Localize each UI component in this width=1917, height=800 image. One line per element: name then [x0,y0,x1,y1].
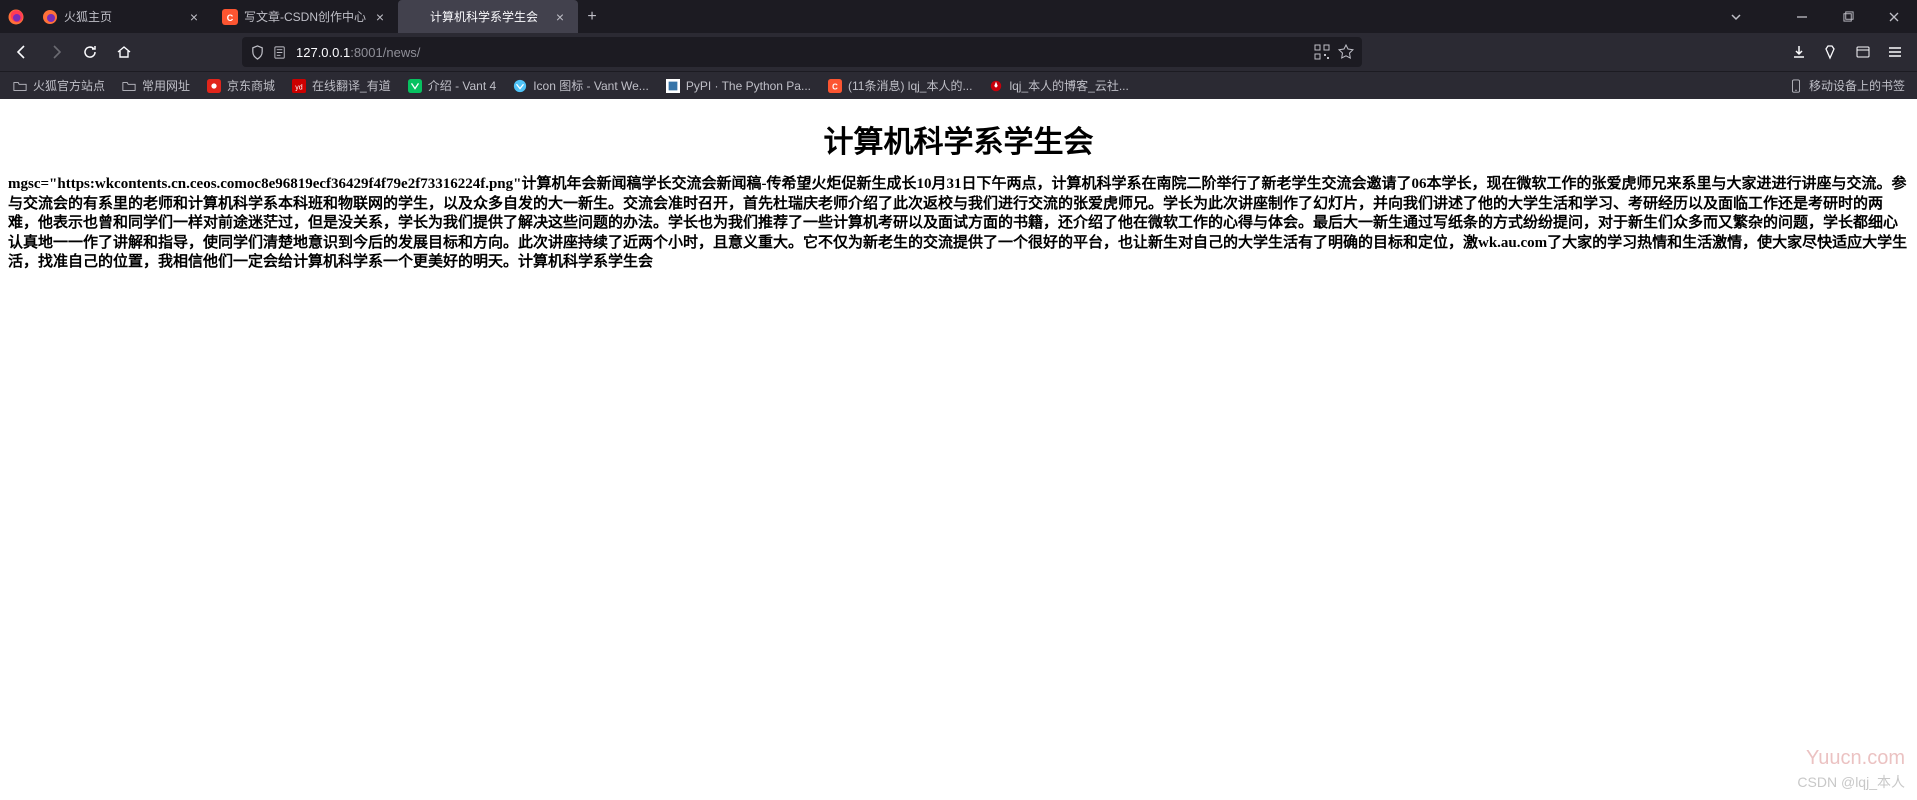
bookmark-pypi[interactable]: PyPI · The Python Pa... [659,75,817,97]
bookmark-label: PyPI · The Python Pa... [686,79,811,93]
watermark-yuucn: Yuucn.com [1806,747,1905,770]
nav-toolbar: 127.0.0.1:8001/news/ [0,33,1917,71]
tab-strip: 火狐主页 × C 写文章-CSDN创作中心 × 计算机科学系学生会 × + [32,0,1713,33]
tab-label: 写文章-CSDN创作中心 [244,8,366,25]
vant-icon [512,78,528,94]
back-button[interactable] [6,36,38,68]
extensions-button[interactable] [1847,36,1879,68]
maximize-button[interactable] [1825,0,1871,33]
bookmark-label: 常用网址 [142,77,190,94]
qr-icon[interactable] [1314,44,1330,60]
bookmark-folder-firefox[interactable]: 火狐官方站点 [6,74,111,97]
titlebar: 火狐主页 × C 写文章-CSDN创作中心 × 计算机科学系学生会 × + [0,0,1917,33]
bookmark-mobile[interactable]: 移动设备上的书签 [1782,74,1911,97]
page-title: 计算机科学系学生会 [8,117,1909,161]
url-host: 127.0.0.1 [296,45,350,60]
bookmark-jd[interactable]: 京东商城 [200,74,281,97]
minimize-button[interactable] [1779,0,1825,33]
bookmark-label: 介绍 - Vant 4 [428,77,496,94]
youdao-icon: yd [291,78,307,94]
home-button[interactable] [108,36,140,68]
url-bar[interactable]: 127.0.0.1:8001/news/ [242,37,1362,67]
svg-text:yd: yd [295,84,303,91]
tab-label: 火狐主页 [64,8,180,25]
close-icon[interactable]: × [372,9,388,25]
tab-list-button[interactable] [1713,0,1759,33]
tab-active[interactable]: 计算机科学系学生会 × [398,0,578,33]
bookmark-huawei-blog[interactable]: lqj_本人的博客_云社... [982,74,1134,97]
svg-text:C: C [227,13,234,23]
tab-csdn[interactable]: C 写文章-CSDN创作中心 × [212,0,398,33]
menu-button[interactable] [1879,36,1911,68]
watermark-csdn: CSDN @lqj_本人 [1797,772,1905,792]
account-button[interactable] [1815,36,1847,68]
vant-icon [407,78,423,94]
bookmark-csdn-lqj[interactable]: C (11条消息) lqj_本人的... [821,74,978,97]
huawei-icon [988,78,1004,94]
page-icon [408,9,424,25]
firefox-logo [0,0,32,33]
page-body: mgsc="https:wkcontents.cn.ceos.comoc8e96… [8,175,1909,273]
shield-icon[interactable] [250,45,265,60]
downloads-button[interactable] [1783,36,1815,68]
jd-icon [206,78,222,94]
svg-text:C: C [832,82,838,91]
bookmark-folder-common[interactable]: 常用网址 [115,74,196,97]
pypi-icon [665,78,681,94]
window-controls [1713,0,1917,33]
bookmark-star-icon[interactable] [1338,44,1354,60]
info-icon[interactable] [273,45,288,60]
folder-icon [121,78,137,94]
forward-button[interactable] [40,36,72,68]
bookmark-label: 移动设备上的书签 [1809,77,1905,94]
bookmark-label: 京东商城 [227,77,275,94]
reload-button[interactable] [74,36,106,68]
url-port: :8001 [350,45,383,60]
bookmark-youdao[interactable]: yd 在线翻译_有道 [285,74,397,97]
page-content: 计算机科学系学生会 mgsc="https:wkcontents.cn.ceos… [0,99,1917,800]
url-path: /news/ [383,45,421,60]
tab-firefox-home[interactable]: 火狐主页 × [32,0,212,33]
firefox-icon [42,9,58,25]
bookmark-label: 火狐官方站点 [33,77,105,94]
folder-icon [12,78,28,94]
bookmark-vant-icon[interactable]: Icon 图标 - Vant We... [506,74,655,97]
bookmark-label: (11条消息) lqj_本人的... [848,77,972,94]
close-window-button[interactable] [1871,0,1917,33]
bookmark-label: 在线翻译_有道 [312,77,391,94]
mobile-icon [1788,78,1804,94]
url-text[interactable]: 127.0.0.1:8001/news/ [296,45,1306,60]
csdn-icon: C [827,78,843,94]
tab-label: 计算机科学系学生会 [430,8,546,25]
close-icon[interactable]: × [186,9,202,25]
bookmark-label: Icon 图标 - Vant We... [533,77,649,94]
bookmark-label: lqj_本人的博客_云社... [1009,77,1128,94]
close-icon[interactable]: × [552,9,568,25]
new-tab-button[interactable]: + [578,0,606,33]
bookmarks-bar: 火狐官方站点 常用网址 京东商城 yd 在线翻译_有道 介绍 - Vant 4 … [0,71,1917,99]
bookmark-vant4[interactable]: 介绍 - Vant 4 [401,74,502,97]
csdn-icon: C [222,9,238,25]
